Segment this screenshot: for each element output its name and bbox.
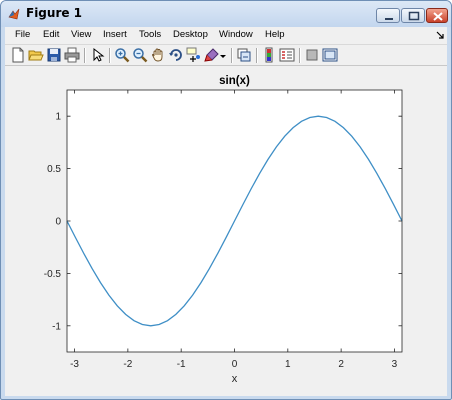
y-tick-label: 1 (55, 112, 61, 123)
show-plot-tools-icon[interactable] (322, 47, 338, 63)
figure-canvas: -3 -2 -1 0 1 2 3 -1 -0.5 0 0.5 1 sin(x) x (5, 66, 447, 396)
zoom-out-icon[interactable] (132, 47, 148, 63)
menu-edit[interactable]: Edit (43, 29, 59, 40)
zoom-in-icon[interactable] (114, 47, 130, 63)
plot-axes[interactable]: -3 -2 -1 0 1 2 3 -1 -0.5 0 0.5 1 sin(x) x (5, 66, 447, 396)
menu-file[interactable]: File (15, 29, 30, 40)
menu-insert[interactable]: Insert (103, 29, 127, 40)
link-plot-icon[interactable] (236, 47, 252, 63)
minimize-icon (385, 18, 393, 20)
x-tick-label: -2 (123, 359, 132, 370)
insert-colorbar-icon[interactable] (261, 47, 277, 63)
insert-legend-icon[interactable] (279, 47, 295, 63)
y-tick-label: -0.5 (44, 269, 62, 280)
print-figure-icon[interactable] (64, 47, 80, 63)
y-tick-label: -1 (52, 321, 61, 332)
brush-icon[interactable] (204, 47, 220, 63)
figure-window: Figure 1 File Edit View Insert Tools Des… (0, 0, 452, 400)
x-tick-label: 3 (392, 359, 398, 370)
toolbar-separator (256, 48, 258, 63)
dock-arrow-icon[interactable] (435, 30, 445, 40)
x-tick-label: -3 (70, 359, 79, 370)
x-tick-label: -1 (177, 359, 186, 370)
menu-help[interactable]: Help (265, 29, 285, 40)
maximize-icon (408, 11, 420, 21)
menu-tools[interactable]: Tools (139, 29, 161, 40)
close-icon (433, 12, 443, 21)
x-tick-label: 0 (232, 359, 238, 370)
save-figure-icon[interactable] (46, 47, 62, 63)
menu-bar: File Edit View Insert Tools Desktop Wind… (5, 27, 447, 44)
menu-desktop[interactable]: Desktop (173, 29, 208, 40)
x-tick-label: 2 (338, 359, 344, 370)
brush-dropdown-icon[interactable] (219, 47, 227, 63)
plot-title: sin(x) (219, 75, 250, 87)
menu-view[interactable]: View (71, 29, 91, 40)
edit-plot-icon[interactable] (90, 47, 106, 63)
new-figure-icon[interactable] (10, 47, 26, 63)
toolbar-separator (231, 48, 233, 63)
toolbar-separator (299, 48, 301, 63)
toolbar-separator (109, 48, 111, 63)
x-tick-label: 1 (285, 359, 291, 370)
close-button[interactable] (426, 8, 448, 23)
matlab-logo-icon (8, 8, 20, 20)
menu-window[interactable]: Window (219, 29, 253, 40)
toolbar-separator (84, 48, 86, 63)
figure-toolbar (5, 44, 447, 66)
x-axis-label: x (232, 373, 238, 385)
y-tick-label: 0 (55, 217, 61, 228)
window-title: Figure 1 (26, 6, 83, 20)
pan-icon[interactable] (150, 47, 166, 63)
title-bar[interactable]: Figure 1 (1, 1, 451, 27)
rotate-3d-icon[interactable] (168, 47, 184, 63)
maximize-button[interactable] (401, 8, 425, 23)
minimize-button[interactable] (376, 8, 400, 23)
data-cursor-icon[interactable] (186, 47, 202, 63)
open-file-icon[interactable] (28, 47, 44, 63)
hide-plot-tools-icon[interactable] (304, 47, 320, 63)
y-tick-label: 0.5 (47, 164, 61, 175)
